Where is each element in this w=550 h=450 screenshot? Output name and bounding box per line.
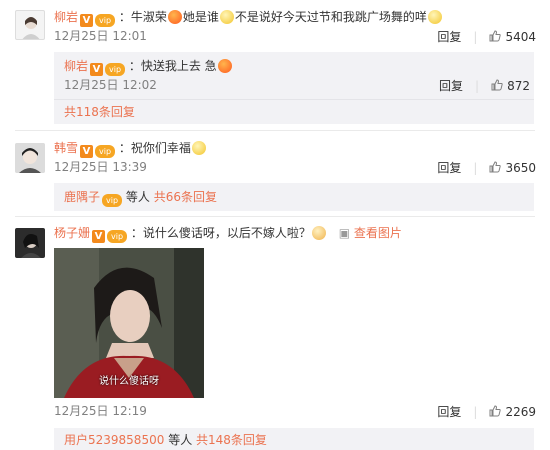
image-icon: ▣: [338, 226, 351, 240]
like-icon[interactable]: [489, 161, 502, 173]
comment-text-part: ：牛淑荣: [118, 10, 167, 24]
comment-time: 12月25日 12:19: [54, 404, 147, 418]
pout-emoji-icon: [311, 226, 326, 240]
divider: [54, 99, 534, 100]
doubt-emoji-icon: [191, 141, 206, 155]
comment-text: ：祝你们幸福: [118, 141, 191, 155]
like-icon[interactable]: [491, 79, 503, 91]
like-icon[interactable]: [489, 405, 502, 417]
verified-badge-icon: V: [92, 230, 106, 243]
angry-emoji-icon: [167, 10, 182, 24]
divider: [15, 130, 535, 131]
reply-button[interactable]: 回复: [437, 30, 461, 44]
reply-summary-box: 用户5239858500 等人 共148条回复: [54, 428, 534, 450]
vip-badge-icon: vip: [95, 145, 116, 158]
sweat-emoji-icon: [427, 10, 442, 24]
like-icon[interactable]: [489, 30, 502, 42]
reply-button[interactable]: 回复: [437, 161, 461, 175]
divider: [15, 216, 535, 217]
reply-time: 12月25日 12:02: [64, 78, 157, 92]
avatar[interactable]: [15, 228, 45, 258]
reply-count-link[interactable]: 共66条回复: [154, 190, 217, 204]
reply-summary-user[interactable]: 鹿隅子: [64, 190, 100, 204]
image-caption: 说什么傻话呀: [99, 376, 159, 387]
vip-badge-icon: vip: [107, 230, 128, 243]
sub-reply-box: 柳岩 Vvip ：快送我上去 急 12月25日 12:02 回复 | 872 共118…: [54, 52, 534, 124]
comment-author[interactable]: 杨子姗: [54, 226, 90, 240]
comment-text-part: 她是谁: [182, 10, 219, 24]
doubt-emoji-icon: [219, 10, 234, 24]
comment-time: 12月25日 12:01: [54, 29, 147, 43]
comment-time: 12月25日 13:39: [54, 160, 147, 174]
verified-badge-icon: V: [90, 63, 104, 76]
reply-button[interactable]: 回复: [437, 405, 461, 419]
verified-badge-icon: V: [80, 145, 94, 158]
angry-emoji-icon: [217, 59, 232, 73]
view-image-link[interactable]: 查看图片: [354, 226, 402, 240]
reply-count-link[interactable]: 共148条回复: [196, 433, 267, 447]
avatar[interactable]: [15, 10, 45, 40]
more-replies-link[interactable]: 共118条回复: [64, 104, 135, 120]
like-count: 3650: [505, 161, 536, 175]
vip-badge-icon: vip: [95, 14, 116, 27]
comment-author[interactable]: 韩雪: [54, 141, 78, 155]
like-count: 5404: [505, 30, 536, 44]
avatar[interactable]: [15, 143, 45, 173]
reply-summary-box: 鹿隅子 vip 等人 共66条回复: [54, 183, 534, 211]
reply-summary-text: 等人: [168, 433, 193, 447]
like-count: 2269: [505, 405, 536, 419]
like-count: 872: [507, 79, 530, 93]
verified-badge-icon: V: [80, 14, 94, 27]
reply-summary-user[interactable]: 用户5239858500: [64, 433, 164, 447]
comment-image[interactable]: 说什么傻话呀: [54, 248, 204, 398]
reply-text: ：快送我上去 急: [128, 59, 217, 73]
reply-button[interactable]: 回复: [439, 79, 463, 93]
comment-text-part: 不是说好今天过节和我跳广场舞的咩: [234, 10, 427, 24]
comment-author[interactable]: 柳岩: [54, 10, 78, 24]
vip-badge-icon: vip: [102, 194, 123, 207]
vip-badge-icon: vip: [105, 63, 126, 76]
reply-author[interactable]: 柳岩: [64, 59, 88, 73]
reply-summary-text: 等人: [125, 190, 150, 204]
comment-text: ：说什么傻话呀，以后不嫁人啦？: [130, 226, 311, 240]
